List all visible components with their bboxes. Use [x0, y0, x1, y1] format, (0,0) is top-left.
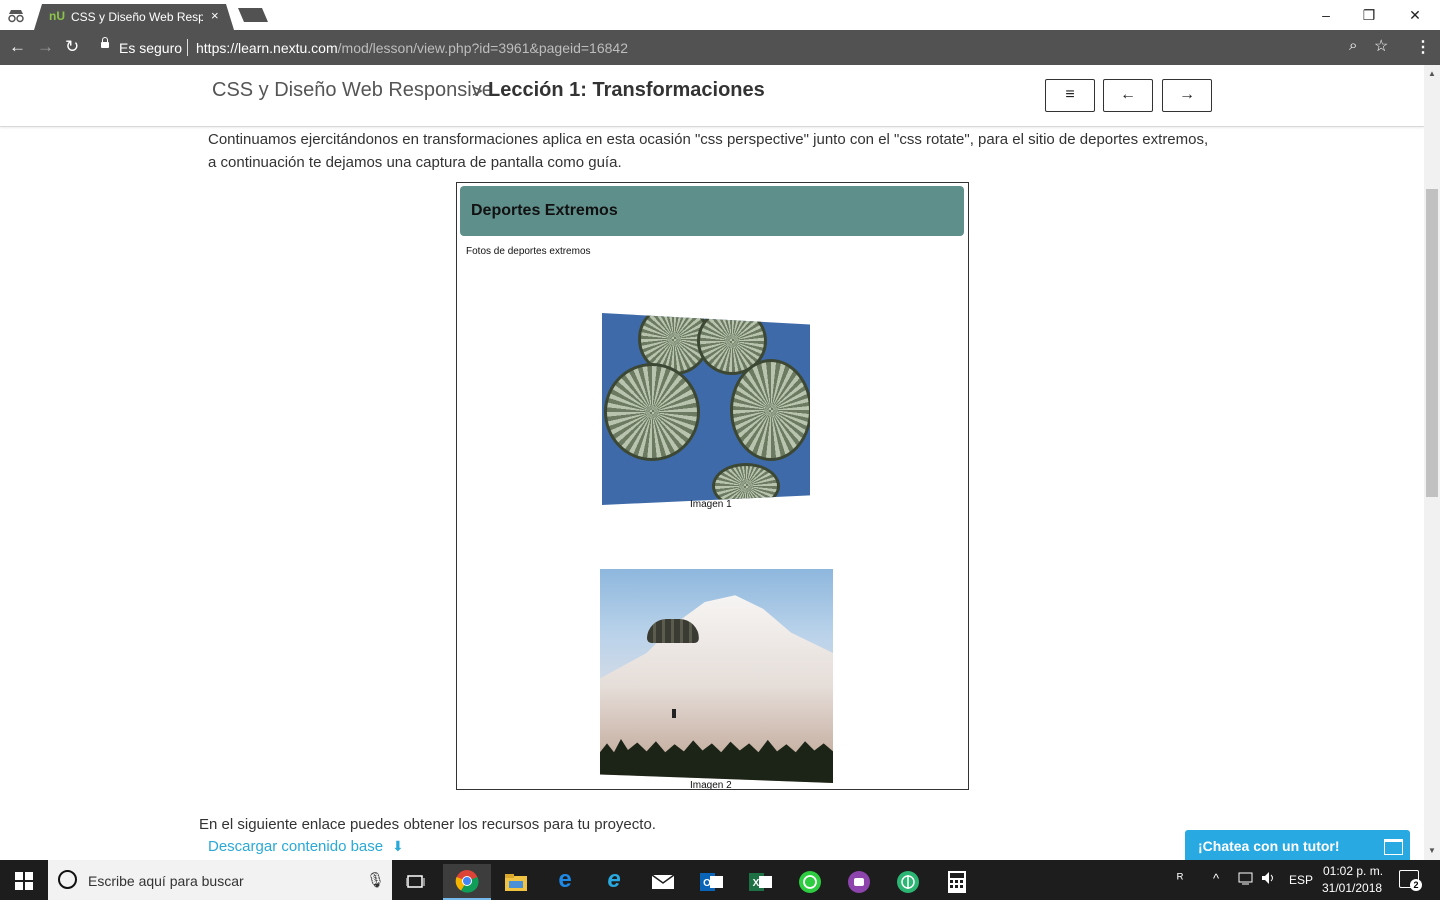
download-base-content-link[interactable]: Descargar contenido base [208, 838, 383, 855]
browser-tab[interactable]: nU CSS y Diseño Web Responsive × [34, 4, 234, 30]
calculator-icon[interactable] [933, 864, 981, 900]
tab-strip: nU CSS y Diseño Web Responsive × – ❐ ✕ [0, 0, 1440, 30]
secure-label[interactable]: Es seguro [119, 40, 182, 56]
canopy-shape [730, 359, 810, 461]
bookmark-star-icon[interactable]: ☆ [1374, 36, 1388, 56]
people-icon[interactable]: ᴿ [1177, 870, 1183, 886]
scroll-up-icon[interactable]: ▲ [1428, 69, 1436, 78]
incognito-icon [8, 10, 24, 23]
lesson-menu-button[interactable]: ≡ [1045, 79, 1095, 112]
task-view-icon[interactable] [392, 864, 440, 900]
svg-text:X: X [753, 878, 760, 889]
edge-icon[interactable]: e [541, 864, 589, 900]
mountain-parachute-photo [600, 569, 833, 783]
windows-start-icon[interactable] [15, 872, 33, 890]
chat-label[interactable]: ¡Chatea con un tutor! [1198, 838, 1340, 854]
url-path: /mod/lesson/view.php?id=3961&pageid=1684… [337, 40, 628, 56]
breadcrumb-lesson: Lección 1: Transformaciones [488, 79, 765, 101]
next-page-button[interactable]: → [1162, 79, 1212, 112]
clock-date[interactable]: 31/01/2018 [1322, 881, 1382, 895]
forward-icon[interactable]: → [37, 38, 54, 56]
network-icon[interactable] [1238, 871, 1254, 888]
tab-close-icon[interactable]: × [211, 8, 219, 23]
scroll-down-icon[interactable]: ▼ [1428, 846, 1436, 855]
windows-taskbar: Escribe aquí para buscar 🎙 e e O X ᴿ ^ E… [0, 860, 1440, 900]
figure-title: Deportes Extremos [471, 202, 618, 219]
mail-icon[interactable] [639, 864, 687, 900]
browser-toolbar: ← → ↻ Es seguro https://learn.nextu.com/… [0, 30, 1440, 65]
parachutes-photo [602, 313, 810, 505]
url-text[interactable]: https://learn.nextu.com/mod/lesson/view.… [196, 40, 628, 56]
microphone-icon[interactable]: 🎙 [366, 871, 385, 889]
excel-icon[interactable]: X [737, 864, 785, 900]
search-placeholder[interactable]: Escribe aquí para buscar [88, 873, 244, 889]
lock-icon [101, 37, 109, 48]
cortana-icon [58, 870, 77, 889]
mountain-shape [600, 595, 833, 755]
jumper-shape [672, 709, 676, 718]
parachute-shape [647, 619, 699, 643]
download-icon[interactable]: ⬇ [392, 838, 404, 855]
canopy-shape [604, 363, 700, 461]
twitch-icon[interactable] [835, 864, 883, 900]
previous-page-button[interactable]: ← [1103, 79, 1153, 112]
language-indicator[interactable]: ESP [1289, 873, 1313, 887]
file-explorer-icon[interactable] [492, 864, 540, 900]
figure-subtitle: Fotos de deportes extremos [466, 246, 591, 257]
scrollbar-thumb[interactable] [1426, 189, 1438, 497]
reference-screenshot: Deportes Extremos Fotos de deportes extr… [456, 182, 969, 790]
tab-title: CSS y Diseño Web Responsive [71, 10, 203, 24]
reload-icon[interactable]: ↻ [65, 38, 79, 56]
breadcrumb-separator: > [472, 81, 483, 101]
whatsapp-icon[interactable] [786, 864, 834, 900]
volume-icon[interactable] [1261, 871, 1277, 888]
taskbar-search-box[interactable]: Escribe aquí para buscar 🎙 [48, 860, 392, 900]
clock-time[interactable]: 01:02 p. m. [1323, 864, 1383, 878]
app-icon[interactable] [884, 864, 932, 900]
minimize-button[interactable]: – [1303, 3, 1349, 27]
chat-tutor-widget[interactable]: ¡Chatea con un tutor! [1185, 830, 1410, 860]
outlook-icon[interactable]: O [688, 864, 736, 900]
page-scrollbar[interactable]: ▲ ▼ [1424, 65, 1440, 860]
nextu-favicon-icon: nU [49, 9, 65, 23]
notification-count-badge: 2 [1410, 879, 1422, 891]
resources-text: En el siguiente enlace puedes obtener lo… [199, 816, 656, 833]
internet-explorer-icon[interactable]: e [590, 864, 638, 900]
restore-button[interactable]: ❐ [1346, 3, 1392, 27]
show-hidden-icons-icon[interactable]: ^ [1213, 871, 1219, 886]
lesson-page: CSS y Diseño Web Responsive > Lección 1:… [0, 65, 1424, 860]
figure-header: Deportes Extremos [460, 186, 964, 236]
figure-caption-2: Imagen 2 [690, 780, 732, 790]
chrome-menu-icon[interactable]: ⋮ [1415, 37, 1431, 57]
breadcrumb-course[interactable]: CSS y Diseño Web Responsive [212, 79, 493, 102]
close-window-button[interactable]: ✕ [1392, 3, 1438, 27]
svg-text:O: O [703, 878, 711, 889]
address-bar[interactable]: Es seguro https://learn.nextu.com/mod/le… [91, 34, 1409, 61]
new-tab-button[interactable] [238, 8, 268, 22]
chrome-taskbar-icon[interactable] [443, 864, 491, 900]
omnibox-divider [187, 39, 188, 56]
figure-caption-1: Imagen 1 [690, 499, 732, 510]
zoom-icon[interactable]: ⌕ [1349, 37, 1357, 54]
chat-window-icon[interactable] [1384, 839, 1403, 855]
lesson-header: CSS y Diseño Web Responsive > Lección 1:… [0, 65, 1424, 127]
url-host: https://learn.nextu.com [196, 40, 338, 56]
back-icon[interactable]: ← [9, 38, 26, 56]
lesson-intro-text: Continuamos ejercitándonos en transforma… [208, 131, 1209, 171]
